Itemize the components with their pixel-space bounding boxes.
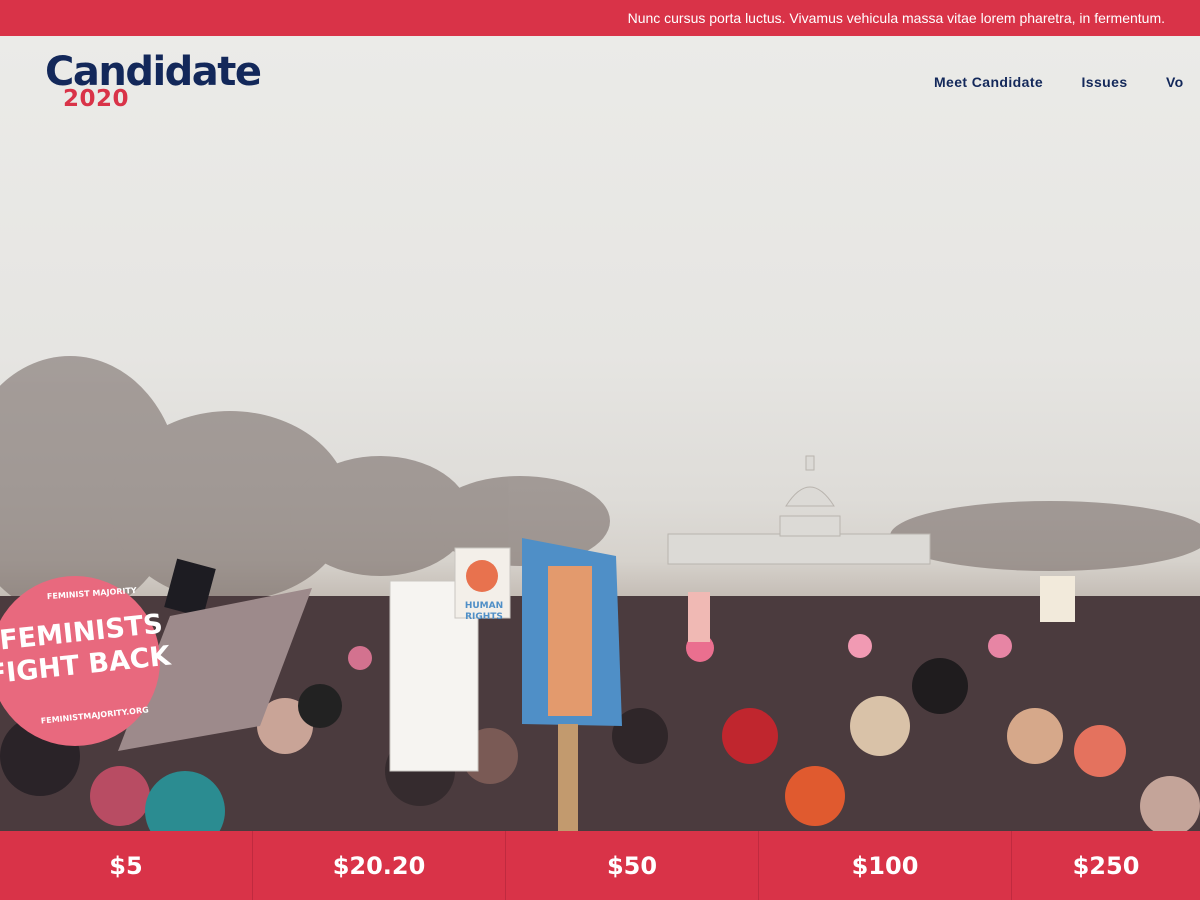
hero-crowd-illustration: FEMINISTS FIGHT BACK FEMINIST MAJORITY F… [0,356,1200,831]
donate-20-20-button[interactable]: $20.20 [253,831,506,900]
nav-item-meet-candidate[interactable]: Meet Candidate [934,74,1043,90]
nav-item-vote[interactable]: Vo [1166,74,1184,90]
main-nav: Meet Candidate Issues Vo [934,74,1200,92]
nav-item-issues[interactable]: Issues [1082,74,1128,90]
announcement-bar: Nunc cursus porta luctus. Vivamus vehicu… [0,0,1200,36]
human-rights-line1: HUMAN [465,601,503,611]
hero-image: FEMINISTS FIGHT BACK FEMINIST MAJORITY F… [0,36,1200,831]
capitol-building [667,455,931,565]
donate-50-button[interactable]: $50 [506,831,759,900]
site-logo[interactable]: Candidate 2020 [45,50,262,112]
donate-5-button[interactable]: $5 [0,831,253,900]
donation-amounts-bar: $5 $20.20 $50 $100 $250 [0,831,1200,900]
human-rights-line2: RIGHTS [465,612,503,622]
announcement-text: Nunc cursus porta luctus. Vivamus vehicu… [627,10,1165,26]
donate-100-button[interactable]: $100 [759,831,1012,900]
donate-250-button[interactable]: $250 [1012,831,1200,900]
